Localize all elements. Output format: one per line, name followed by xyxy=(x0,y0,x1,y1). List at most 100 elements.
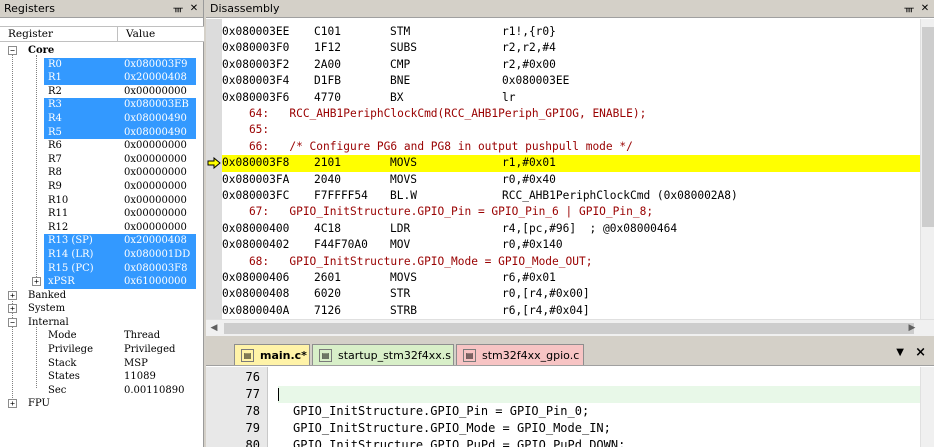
expand-icon[interactable]: + xyxy=(32,277,41,287)
tab-main-c[interactable]: ▤ main.c* xyxy=(234,344,310,365)
register-row[interactable]: + Banked xyxy=(0,289,204,303)
asm-file-icon: ▤ xyxy=(319,348,332,362)
register-row[interactable]: R3 0x080003EB xyxy=(0,98,204,112)
register-row[interactable]: − Internal xyxy=(0,316,204,330)
register-row[interactable]: + xPSR 0x61000000 xyxy=(0,275,204,289)
register-row[interactable]: R2 0x00000000 xyxy=(0,85,204,99)
pin-icon[interactable]: ᚃ xyxy=(902,2,916,16)
instruction-line[interactable]: 0x080003FC F7FFFF54 BL.W RCC_AHB1PeriphCloc… xyxy=(222,188,922,204)
expand-icon[interactable]: + xyxy=(8,290,17,300)
register-value: 11089 xyxy=(124,371,156,383)
mnemonic: STR xyxy=(390,287,411,301)
opcode: 2040 xyxy=(314,172,341,186)
register-row[interactable]: R12 0x00000000 xyxy=(0,221,204,235)
source-line[interactable]: 68: GPIO_InitStructure.GPIO_Mode = GPIO_… xyxy=(222,254,922,270)
collapse-icon[interactable]: − xyxy=(8,317,17,327)
disassembly-horizontal-scrollbar[interactable]: ◀ ▶ xyxy=(206,319,934,336)
register-value: 0x00000000 xyxy=(124,194,187,206)
register-row[interactable]: Sec 0.00110890 xyxy=(0,384,204,398)
operands: r2,#0x00 xyxy=(502,57,556,71)
instruction-line[interactable]: 0x080003FA 2040 MOVS r0,#0x40 xyxy=(222,172,922,188)
register-value: 0x00000000 xyxy=(124,221,187,233)
pin-icon[interactable]: ᚃ xyxy=(171,2,185,16)
editor-line[interactable]: 76 xyxy=(206,369,934,386)
editor-text-area[interactable]: 76 77 78 GPIO_InitStructure.GPIO_Pin = GPIO… xyxy=(206,367,934,447)
register-row[interactable]: R6 0x00000000 xyxy=(0,139,204,153)
register-row[interactable]: R15 (PC) 0x080003F8 xyxy=(0,261,204,276)
instruction-line[interactable]: 0x080003F2 2A00 CMP r2,#0x00 xyxy=(222,57,922,73)
registers-tree: − Core R0 0x080003F9 R1 0x20000408 R2 0x0000000… xyxy=(0,44,204,411)
register-row[interactable]: R0 0x080003F9 xyxy=(0,57,204,72)
instruction-line[interactable]: 0x08000406 2601 MOVS r6,#0x01 xyxy=(222,270,922,286)
register-row[interactable]: R13 (SP) 0x20000408 xyxy=(0,234,204,248)
register-name: System xyxy=(28,303,66,315)
close-icon[interactable]: × xyxy=(915,345,926,360)
tab-list-dropdown-icon[interactable]: ▼ xyxy=(896,347,904,358)
scroll-left-icon[interactable]: ◀ xyxy=(206,320,222,336)
source-line[interactable]: 67: GPIO_InitStructure.GPIO_Pin = GPIO_P… xyxy=(222,204,922,220)
instruction-line[interactable]: 0x080003F4 D1FB BNE 0x080003EE xyxy=(222,73,922,89)
current-instruction-line[interactable]: 0x080003F8 2101 MOVS r1,#0x01 xyxy=(222,155,922,172)
register-name: Sec xyxy=(48,384,67,396)
editor-line[interactable]: 80 GPIO_InitStructure.GPIO_PuPd = GPIO_Pu… xyxy=(206,437,934,447)
register-row[interactable]: R10 0x00000000 xyxy=(0,194,204,208)
register-row[interactable]: R11 0x00000000 xyxy=(0,207,204,221)
scroll-thumb[interactable] xyxy=(922,27,934,227)
disassembly-listing[interactable]: 0x080003EE C101 STM r1!,{r0} 0x080003F0 1F12 S… xyxy=(206,19,934,319)
register-value: 0x00000000 xyxy=(124,153,187,165)
register-row[interactable]: Stack MSP xyxy=(0,357,204,371)
mnemonic: STRB xyxy=(390,303,417,317)
register-name: Internal xyxy=(28,316,69,328)
tab-gpio-c[interactable]: ▤ stm32f4xx_gpio.c xyxy=(456,344,584,365)
source-line[interactable]: 65: xyxy=(222,122,922,138)
disassembly-title-bar: Disassembly ᚃ ✕ xyxy=(206,0,934,18)
register-row[interactable]: R14 (LR) 0x080001DD xyxy=(0,247,204,262)
source-line[interactable]: 66: /* Configure PG6 and PG8 in output p… xyxy=(222,139,922,155)
instruction-line[interactable]: 0x08000400 4C18 LDR r4,[pc,#96] ; @0x080004… xyxy=(222,221,922,237)
register-row[interactable]: R7 0x00000000 xyxy=(0,153,204,167)
operands: r4,[pc,#96] ; @0x08000464 xyxy=(502,221,678,235)
editor-line[interactable]: 77 xyxy=(206,386,934,403)
editor-vertical-scrollbar[interactable] xyxy=(920,367,934,447)
register-name: Stack xyxy=(48,357,77,369)
source-line[interactable]: 64: RCC_AHB1PeriphClockCmd(RCC_AHB1Perip… xyxy=(222,106,922,122)
expand-icon[interactable]: + xyxy=(8,304,17,314)
line-number: 80 xyxy=(245,438,260,447)
register-row[interactable]: R5 0x08000490 xyxy=(0,125,204,140)
collapse-icon[interactable]: − xyxy=(8,46,17,55)
scroll-right-icon[interactable]: ▶ xyxy=(904,320,920,336)
disassembly-panel: Disassembly ᚃ ✕ 0x080003EE C101 STM r1!,{r0… xyxy=(206,0,934,336)
instruction-line[interactable]: 0x0800040A 7126 STRB r6,[r4,#0x04] xyxy=(222,303,922,319)
scroll-thumb[interactable] xyxy=(224,323,914,334)
register-row[interactable]: Mode Thread xyxy=(0,329,204,343)
disassembly-vertical-scrollbar[interactable] xyxy=(920,19,934,319)
editor-line[interactable]: 79 GPIO_InitStructure.GPIO_Mode = GPIO_Mo… xyxy=(206,420,934,437)
instruction-line[interactable]: 0x080003F0 1F12 SUBS r2,r2,#4 xyxy=(222,40,922,56)
expand-icon[interactable]: + xyxy=(8,399,17,409)
instruction-line[interactable]: 0x080003EE C101 STM r1!,{r0} xyxy=(222,24,922,40)
register-row[interactable]: + FPU xyxy=(0,397,204,411)
close-icon[interactable]: ✕ xyxy=(187,2,201,16)
register-value: 0x08000490 xyxy=(124,112,187,124)
instruction-line[interactable]: 0x08000408 6020 STR r0,[r4,#0x00] xyxy=(222,286,922,302)
register-row[interactable]: R4 0x08000490 xyxy=(0,111,204,126)
register-row[interactable]: R8 0x00000000 xyxy=(0,166,204,180)
column-register[interactable]: Register xyxy=(0,27,118,41)
close-icon[interactable]: ✕ xyxy=(918,2,932,16)
current-line-highlight xyxy=(278,386,920,403)
address: 0x080003F6 xyxy=(222,90,290,104)
register-row[interactable]: − Core xyxy=(0,44,204,58)
mnemonic: BNE xyxy=(390,74,411,88)
column-value[interactable]: Value xyxy=(118,27,155,41)
register-row[interactable]: R9 0x00000000 xyxy=(0,180,204,194)
registers-panel: Registers ᚃ ✕ Register Value − Core R0 0x08… xyxy=(0,0,204,447)
register-row[interactable]: Privilege Privileged xyxy=(0,343,204,357)
editor-line[interactable]: 78 GPIO_InitStructure.GPIO_Pin = GPIO_Pin… xyxy=(206,403,934,420)
register-row[interactable]: States 11089 xyxy=(0,370,204,384)
tab-startup-s[interactable]: ▤ startup_stm32f4xx.s xyxy=(312,344,454,365)
register-row[interactable]: R1 0x20000408 xyxy=(0,71,204,85)
instruction-line[interactable]: 0x080003F6 4770 BX lr xyxy=(222,90,922,106)
instruction-line[interactable]: 0x08000402 F44F70A0 MOV r0,#0x140 xyxy=(222,237,922,253)
register-row[interactable]: + System xyxy=(0,302,204,316)
opcode: 1F12 xyxy=(314,41,341,55)
